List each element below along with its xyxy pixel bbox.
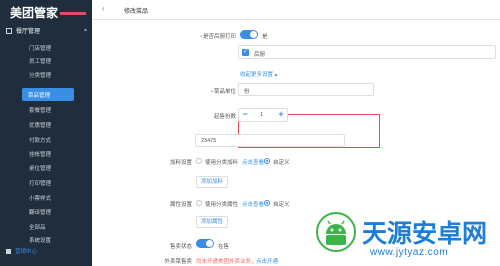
sidebar-item-payments[interactable]: 付款方式 (29, 136, 51, 144)
marketing-icon (6, 249, 11, 255)
kitchen-checkbox[interactable]: ✓ (242, 49, 249, 56)
add-ingredient-button[interactable]: 添加加料 (196, 176, 228, 188)
ingredient-use-category-radio[interactable] (196, 158, 202, 164)
print-toggle-text: 是 (262, 34, 268, 40)
attribute-option-1: 使用分类属性 (205, 202, 239, 208)
kitchen-checkbox-label: 后厨 (254, 52, 266, 58)
sidebar-item-combos[interactable]: 套餐管理 (29, 106, 51, 114)
attribute-view-link[interactable]: 点击查看 (242, 200, 264, 208)
topbar: ‹ 修改菜品 (92, 0, 500, 20)
status-label: 售卖状态 (169, 244, 192, 250)
sidebar-item-all[interactable]: 全部品 (29, 223, 46, 231)
print-toggle[interactable] (240, 30, 258, 39)
sidebar-item-staff[interactable]: 员工管理 (29, 57, 51, 65)
ingredient-custom-radio[interactable] (264, 158, 270, 164)
brand-name: 美团管家 (10, 6, 59, 20)
print-checkbox-group (238, 45, 496, 59)
sidebar-section-restaurant[interactable]: 餐厅管理 ▴ (6, 26, 87, 35)
code-value: 23475 (201, 138, 217, 144)
code-input[interactable] (195, 134, 345, 147)
brand-logo: 美团管家 (0, 0, 92, 20)
increment-button[interactable]: + (275, 109, 287, 121)
restaurant-icon (6, 28, 12, 35)
portion-label: 起售份数 (213, 114, 236, 120)
ingredient-option-1: 使用分类加料 (205, 160, 239, 166)
sidebar-item-system[interactable]: 系统设置 (29, 236, 51, 244)
back-arrow-icon[interactable]: ‹ (102, 4, 105, 13)
attribute-use-category-radio[interactable] (196, 200, 202, 206)
sidebar-item-printing[interactable]: 打印管理 (29, 179, 51, 187)
takeout-label: 外卖菜售卖 (164, 259, 192, 265)
sidebar-item-tables[interactable]: 桌位管理 (29, 164, 51, 172)
brand-underline (60, 12, 87, 16)
attribute-option-2: 自定义 (273, 202, 290, 208)
watermark-title: 天源安卓网 (362, 219, 488, 248)
app-window: 美团管家 餐厅管理 ▴ 门店管理 员工管理 分类管理 菜品管理 套餐管理 优惠管… (0, 0, 500, 266)
status-toggle-text: 在售 (218, 244, 230, 250)
add-attribute-button[interactable]: 添加属性 (196, 216, 228, 228)
watermark: 天源安卓网 www.jytyaz.com (306, 206, 500, 266)
status-toggle[interactable] (196, 239, 214, 248)
sidebar-item-credit[interactable]: 挂帐管理 (29, 150, 51, 158)
print-label: •是否后厨打印 (200, 34, 236, 40)
unit-input[interactable] (238, 83, 374, 96)
portion-value: 1 (260, 112, 264, 118)
android-robot-icon (316, 212, 356, 252)
sidebar: 美团管家 餐厅管理 ▴ 门店管理 员工管理 分类管理 菜品管理 套餐管理 优惠管… (0, 0, 92, 266)
ingredient-option-2: 自定义 (273, 160, 290, 166)
takeout-notice: 尚未开通美团外卖业务， (196, 259, 257, 265)
sidebar-item-dishes[interactable]: 菜品管理 (22, 88, 74, 101)
collapse-settings-link[interactable]: 收起更多设置 ▴ (240, 70, 277, 78)
ingredient-label: 加料设置 (169, 160, 192, 166)
unit-label: •菜品单位 (211, 89, 236, 95)
ingredient-view-link[interactable]: 点击查看 (242, 158, 264, 166)
sidebar-item-translations[interactable]: 翻译管理 (29, 208, 51, 216)
sidebar-bottom-label: 营销中心 (15, 249, 38, 255)
decrement-button[interactable]: − (239, 109, 251, 121)
takeout-activate-link[interactable]: 点击开通 (256, 257, 278, 265)
attribute-label: 属性设置 (169, 202, 192, 208)
sidebar-item-categories[interactable]: 分类管理 (29, 71, 51, 79)
sidebar-item-marketing[interactable]: 营销中心 (0, 244, 92, 258)
attribute-custom-radio[interactable] (264, 200, 270, 206)
watermark-url: www.jytyaz.com (370, 247, 449, 258)
sidebar-section-label: 餐厅管理 (16, 29, 41, 35)
unit-value: 份 (244, 89, 250, 95)
chevron-up-icon: ▴ (84, 27, 88, 33)
sidebar-item-discounts[interactable]: 优惠管理 (29, 121, 51, 129)
sidebar-item-stores[interactable]: 门店管理 (29, 44, 51, 52)
sidebar-item-receipts[interactable]: 小票样式 (29, 194, 51, 202)
page-title: 修改菜品 (124, 9, 149, 15)
